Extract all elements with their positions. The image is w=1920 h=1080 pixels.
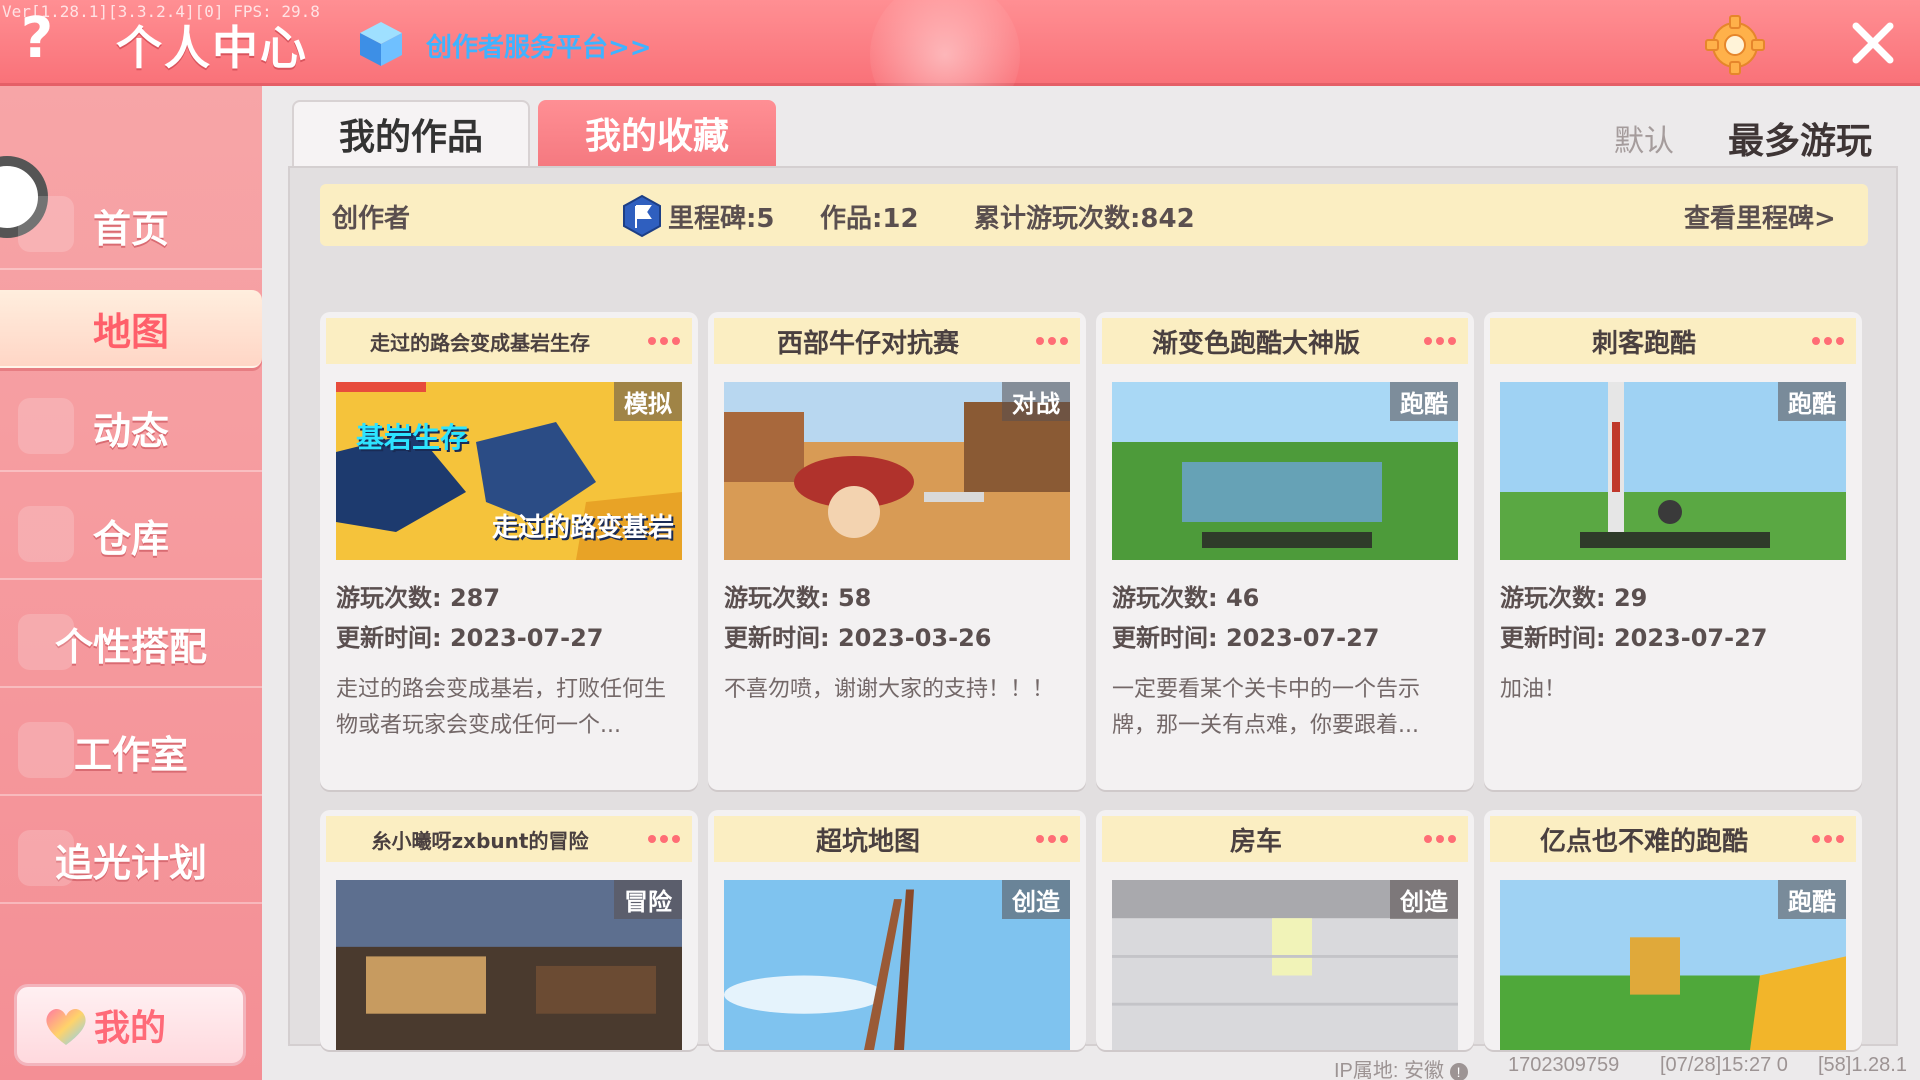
- card-thumbnail: 模拟 基岩生存 走过的路变基岩: [336, 382, 682, 560]
- more-dots-icon[interactable]: [1026, 322, 1078, 360]
- build-version: [58]1.28.1: [1818, 1054, 1907, 1076]
- sidebar-item-label: 工作室: [73, 732, 188, 777]
- bell-icon: [18, 398, 74, 454]
- play-count: 游玩次数: 46: [1112, 584, 1260, 612]
- updated-time: 更新时间: 2023-07-27: [1500, 624, 1768, 652]
- view-milestones-link[interactable]: 查看里程碑>: [1684, 198, 1836, 235]
- cube-icon[interactable]: [358, 20, 404, 68]
- updated-time: 更新时间: 2023-07-27: [1112, 624, 1380, 652]
- updated-time: 更新时间: 2023-07-27: [336, 624, 604, 652]
- top-header: Ver[1.28.1][3.3.2.4][0] FPS: 29.8 ? 个人中心…: [0, 0, 1920, 130]
- category-tag: 模拟: [614, 382, 682, 421]
- user-id: 1702309759: [1508, 1054, 1620, 1076]
- thumbnail-caption: 基岩生存: [356, 421, 469, 454]
- works-content: 创作者 里程碑:5 作品:12 累计游玩次数:842 查看里程碑> 走过的路会变…: [288, 166, 1898, 1050]
- sidebar-item-feed[interactable]: 动态: [0, 384, 262, 472]
- heart-icon: [46, 1009, 86, 1045]
- card-description: 一定要看某个关卡中的一个告示牌，那一关有点难，你要跟着...: [1112, 677, 1421, 738]
- category-tag: 创造: [1390, 880, 1458, 919]
- category-tag: 冒险: [614, 880, 682, 919]
- sidebar-item-label: 追光计划: [54, 840, 207, 885]
- info-icon: !: [1449, 1063, 1468, 1080]
- creator-label: 创作者: [332, 204, 411, 234]
- mine-label: 我的: [93, 1008, 166, 1049]
- sidebar-item-outfit[interactable]: 个性搭配: [0, 600, 262, 688]
- map-card[interactable]: 糸小曦呀zxbunt的冒险 冒险: [320, 810, 698, 1050]
- total-plays: 累计游玩次数:842: [974, 204, 1195, 234]
- card-thumbnail: 冒险: [336, 880, 682, 1050]
- card-thumbnail: 创造: [724, 880, 1070, 1050]
- card-thumbnail: 跑酷: [1500, 880, 1846, 1050]
- play-count: 游玩次数: 29: [1500, 584, 1648, 612]
- help-icon[interactable]: ?: [8, 10, 66, 68]
- more-dots-icon[interactable]: [1026, 820, 1078, 858]
- milestone-count: 里程碑:5: [668, 204, 775, 234]
- category-tag: 跑酷: [1390, 382, 1458, 421]
- sidebar-item-map[interactable]: 地图: [0, 290, 262, 368]
- studio-icon: [18, 722, 74, 778]
- play-count: 游玩次数: 58: [724, 584, 872, 612]
- category-tag: 创造: [1002, 880, 1070, 919]
- sidebar-item-warehouse[interactable]: 仓库: [0, 492, 262, 580]
- card-thumbnail: 对战: [724, 382, 1070, 560]
- map-card[interactable]: 亿点也不难的跑酷 跑酷: [1484, 810, 1862, 1050]
- light-icon: [18, 830, 74, 886]
- milestone-flag-icon: [623, 194, 661, 238]
- home-icon: [18, 196, 74, 252]
- sidebar-item-home[interactable]: 首页: [0, 182, 262, 270]
- more-dots-icon[interactable]: [1802, 820, 1854, 858]
- sidebar-item-label: 首页: [92, 206, 169, 251]
- more-dots-icon[interactable]: [638, 322, 690, 360]
- updated-time: 更新时间: 2023-03-26: [724, 624, 992, 652]
- map-card[interactable]: 超坑地图 创造: [708, 810, 1086, 1050]
- creator-info-bar: 创作者 里程碑:5 作品:12 累计游玩次数:842 查看里程碑>: [320, 184, 1868, 246]
- card-thumbnail: 创造: [1112, 880, 1458, 1050]
- page-title: 个人中心: [116, 21, 308, 75]
- tab-my-favorites[interactable]: 我的收藏: [538, 100, 776, 166]
- creator-platform-link[interactable]: 创作者服务平台>>: [426, 27, 652, 64]
- play-count: 游玩次数: 287: [336, 584, 501, 612]
- card-description: 不喜勿喷，谢谢大家的支持！！！: [724, 677, 1055, 702]
- more-dots-icon[interactable]: [638, 820, 690, 858]
- map-card[interactable]: 西部牛仔对抗赛 对战 游玩次数: 58 更新时间: 2023-03-26 不喜勿…: [708, 312, 1086, 790]
- map-card[interactable]: 走过的路会变成基岩生存 模拟 基岩生存 走过的路变基岩 游玩次数: 287 更新…: [320, 312, 698, 790]
- card-thumbnail: 跑酷: [1500, 382, 1846, 560]
- mine-button[interactable]: 我的: [14, 984, 246, 1066]
- card-thumbnail: 跑酷: [1112, 382, 1458, 560]
- more-dots-icon[interactable]: [1802, 322, 1854, 360]
- sidebar-item-label: 地图: [92, 309, 169, 354]
- close-icon[interactable]: [1846, 16, 1900, 70]
- sidebar: 首页 地图 动态 仓库 个性搭配 工作室 追光计划 我的: [0, 86, 262, 1080]
- thumbnail-caption: 走过的路变基岩: [491, 513, 674, 543]
- category-tag: 对战: [1002, 382, 1070, 421]
- map-card[interactable]: 房车 创造: [1096, 810, 1474, 1050]
- more-dots-icon[interactable]: [1414, 820, 1466, 858]
- sidebar-item-chase-light[interactable]: 追光计划: [0, 816, 262, 904]
- works-count: 作品:12: [820, 204, 919, 234]
- timestamp: [07/28]15:27 0: [1660, 1054, 1788, 1076]
- outfit-icon: [18, 614, 74, 670]
- ip-location: IP属地: 安徽 !: [1334, 1054, 1468, 1080]
- sort-default[interactable]: 默认: [1614, 116, 1674, 160]
- more-dots-icon[interactable]: [1414, 322, 1466, 360]
- map-card[interactable]: 渐变色跑酷大神版 跑酷 游玩次数: 46 更新时间: 2023-07-27 一定…: [1096, 312, 1474, 790]
- warehouse-icon: [18, 506, 74, 562]
- map-card[interactable]: 刺客跑酷 跑酷 游玩次数: 29 更新时间: 2023-07-27 加油！: [1484, 312, 1862, 790]
- main-panel: 我的作品 我的收藏 默认 最多游玩 创作者 里程碑:5 作品:12 累计游玩次数…: [262, 86, 1920, 1080]
- category-tag: 跑酷: [1778, 382, 1846, 421]
- card-description: 走过的路会变成基岩，打败任何生物或者玩家会变成任何一个...: [336, 677, 667, 738]
- category-tag: 跑酷: [1778, 880, 1846, 919]
- sidebar-item-label: 个性搭配: [54, 624, 207, 669]
- gear-icon[interactable]: [1704, 14, 1766, 76]
- sidebar-item-label: 动态: [92, 408, 169, 453]
- card-description: 加油！: [1500, 677, 1567, 702]
- sidebar-item-studio[interactable]: 工作室: [0, 708, 262, 796]
- tab-my-works[interactable]: 我的作品: [292, 100, 530, 166]
- sort-most-played[interactable]: 最多游玩: [1728, 112, 1872, 164]
- sidebar-item-label: 仓库: [92, 516, 169, 561]
